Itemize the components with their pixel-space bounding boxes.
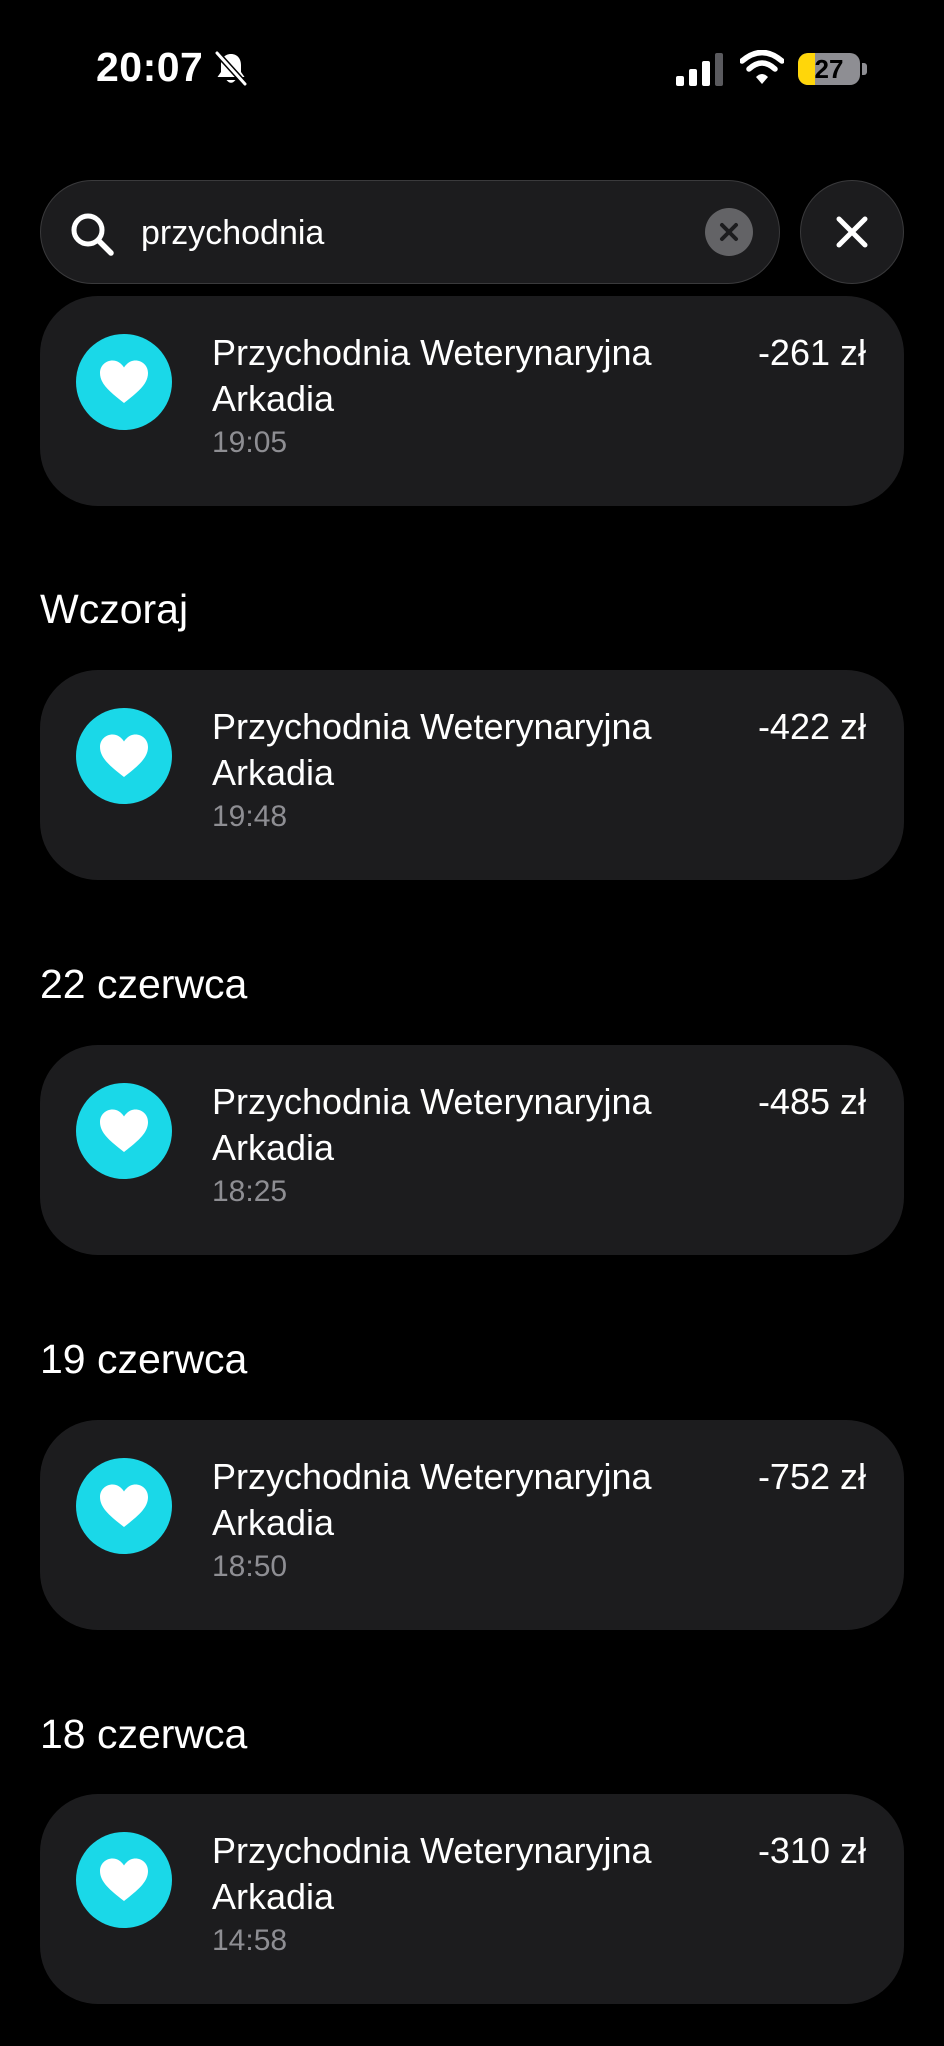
merchant-name: Przychodnia Weterynaryjna Arkadia [212,1830,652,1917]
clear-circle-icon [720,223,738,241]
section-header: 19 czerwca [40,1336,248,1382]
merchant-name: Przychodnia Weterynaryjna Arkadia [212,706,652,793]
battery-cap [862,63,867,75]
heart-icon [100,734,148,777]
transaction-amount: -485 zł [757,1081,866,1122]
section-header: 18 czerwca [40,1711,248,1757]
search-input[interactable] [141,205,721,261]
merchant-avatar [76,1832,172,1928]
battery-icon: 27 [798,53,860,85]
heart-icon [100,1484,148,1527]
status-bar: 20:07 27 [0,0,944,140]
transaction-card[interactable]: Przychodnia Weterynaryjna Arkadia 18:25 … [40,1045,904,1255]
transaction-amount: -752 zł [757,1456,866,1497]
transaction-time: 14:58 [212,1924,288,1957]
close-search-button[interactable] [800,180,904,284]
merchant-avatar [76,708,172,804]
transaction-time: 18:25 [212,1175,288,1208]
bell-slash-icon [214,51,248,87]
transaction-amount: -310 zł [757,1830,866,1871]
transaction-time: 19:48 [212,800,288,833]
screen: 20:07 27 przychodnia Przychodnia Weteryn… [0,0,944,2046]
transaction-card[interactable]: Przychodnia Weterynaryjna Arkadia 19:05 … [40,296,904,506]
wifi-icon [740,50,784,84]
search-icon [71,213,114,256]
transaction-time: 18:50 [212,1550,288,1583]
merchant-avatar [76,1083,172,1179]
merchant-avatar [76,334,172,430]
clear-search-button[interactable] [705,208,753,256]
signal-icon [676,53,723,86]
merchant-name: Przychodnia Weterynaryjna Arkadia [212,332,652,419]
transaction-amount: -261 zł [757,332,866,373]
section-header: Wczoraj [40,586,189,632]
heart-icon [100,1858,148,1901]
battery-level: 27 [814,54,844,84]
heart-icon [100,360,148,403]
status-time: 20:07 [96,44,204,90]
merchant-name: Przychodnia Weterynaryjna Arkadia [212,1456,652,1543]
section-header: 22 czerwca [40,961,248,1007]
transaction-card[interactable]: Przychodnia Weterynaryjna Arkadia 19:48 … [40,670,904,880]
heart-icon [100,1109,148,1152]
merchant-avatar [76,1458,172,1554]
merchant-name: Przychodnia Weterynaryjna Arkadia [212,1081,652,1168]
transaction-card[interactable]: Przychodnia Weterynaryjna Arkadia 14:58 … [40,1794,904,2004]
transaction-card[interactable]: Przychodnia Weterynaryjna Arkadia 18:50 … [40,1420,904,1630]
transaction-amount: -422 zł [757,706,866,747]
transaction-time: 19:05 [212,426,288,459]
search-box[interactable] [40,180,780,284]
close-icon [836,216,868,248]
